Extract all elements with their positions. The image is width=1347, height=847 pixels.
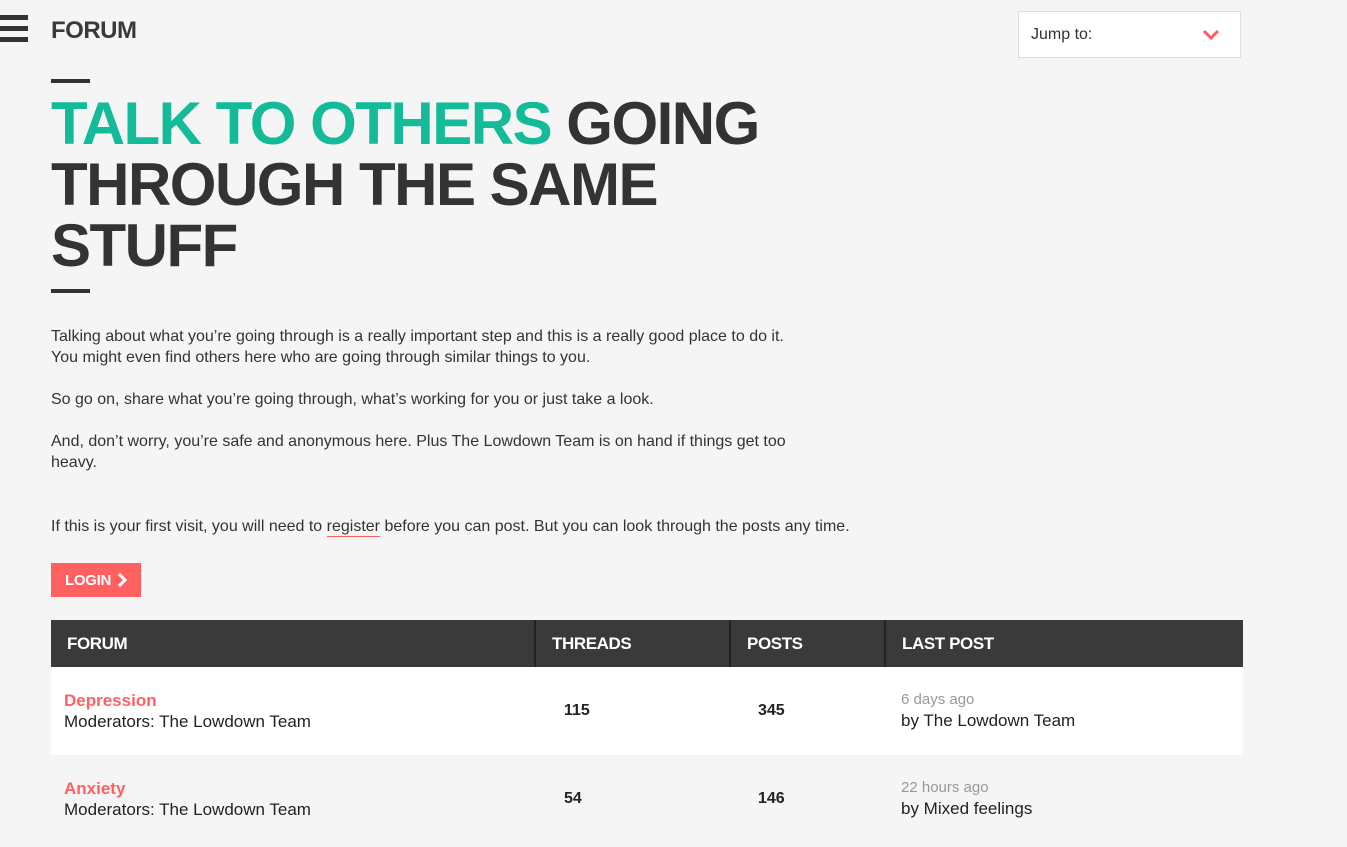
intro-p1-line2: You might even find others here who are …	[51, 349, 591, 366]
forum-moderators: Moderators: The Lowdown Team	[64, 799, 311, 819]
forum-moderators: Moderators: The Lowdown Team	[64, 711, 311, 731]
intro-text: Talking about what you’re going through …	[51, 326, 841, 494]
intro-p3-line2: heavy.	[51, 454, 97, 471]
intro-p1-line1: Talking about what you’re going through …	[51, 328, 784, 345]
login-button[interactable]: LOGIN	[51, 563, 141, 597]
register-text-before: If this is your first visit, you will ne…	[51, 518, 327, 535]
threads-cell: 54	[536, 755, 731, 843]
intro-p3-line1: And, don’t worry, you’re safe and anonym…	[51, 433, 786, 450]
last-post-time: 6 days ago	[901, 691, 975, 708]
column-header-forum: FORUM	[51, 620, 536, 667]
column-header-last-post: LAST POST	[902, 633, 994, 653]
intro-paragraph-2: So go on, share what you’re going throug…	[51, 391, 654, 408]
login-button-label: LOGIN	[65, 571, 111, 589]
hero-heading: TALK TO OTHERS GOING THROUGH THE SAME ST…	[51, 93, 811, 276]
hero-bottom-rule	[51, 289, 90, 293]
last-post-author: by The Lowdown Team	[901, 711, 1076, 730]
last-post-cell: 22 hours ago by Mixed feelings	[886, 755, 1243, 843]
posts-cell: 146	[731, 755, 886, 843]
forum-cell: Anxiety Moderators: The Lowdown Team	[51, 755, 536, 843]
last-post-cell: 6 days ago by The Lowdown Team	[886, 667, 1243, 755]
chevron-right-icon	[117, 573, 127, 587]
hero-heading-accent: TALK TO OTHERS	[51, 90, 553, 157]
last-post-time: 22 hours ago	[901, 779, 989, 796]
register-text-after: before you can post. But you can look th…	[380, 518, 850, 535]
chevron-down-icon	[1202, 29, 1220, 40]
column-header-threads: THREADS	[536, 620, 731, 667]
column-header-posts: POSTS	[731, 620, 886, 667]
forum-link[interactable]: Anxiety	[64, 779, 536, 799]
forum-table: FORUM THREADS POSTS LAST POST Depression…	[51, 620, 1243, 843]
threads-cell: 115	[536, 667, 731, 755]
table-row: Anxiety Moderators: The Lowdown Team 54 …	[51, 755, 1243, 843]
forum-link[interactable]: Depression	[64, 691, 536, 711]
intro-paragraph-3: And, don’t worry, you’re safe and anonym…	[51, 431, 841, 473]
table-header: FORUM THREADS POSTS LAST POST	[51, 620, 1243, 667]
last-post-author: by Mixed feelings	[901, 799, 1033, 818]
jump-to-dropdown[interactable]: Jump to:	[1018, 11, 1241, 58]
posts-count: 146	[758, 790, 785, 807]
register-link[interactable]: register	[326, 518, 381, 537]
forum-cell: Depression Moderators: The Lowdown Team	[51, 667, 536, 755]
threads-count: 115	[564, 702, 590, 719]
jump-to-label: Jump to:	[1031, 25, 1093, 43]
register-notice: If this is your first visit, you will ne…	[51, 518, 850, 537]
threads-count: 54	[564, 790, 582, 807]
posts-count: 345	[758, 702, 785, 719]
hero-top-rule	[51, 79, 90, 83]
posts-cell: 345	[731, 667, 886, 755]
page-title: FORUM	[51, 17, 137, 44]
table-row: Depression Moderators: The Lowdown Team …	[51, 667, 1243, 755]
intro-paragraph-1: Talking about what you’re going through …	[51, 326, 841, 368]
hamburger-menu-icon[interactable]	[0, 15, 28, 51]
